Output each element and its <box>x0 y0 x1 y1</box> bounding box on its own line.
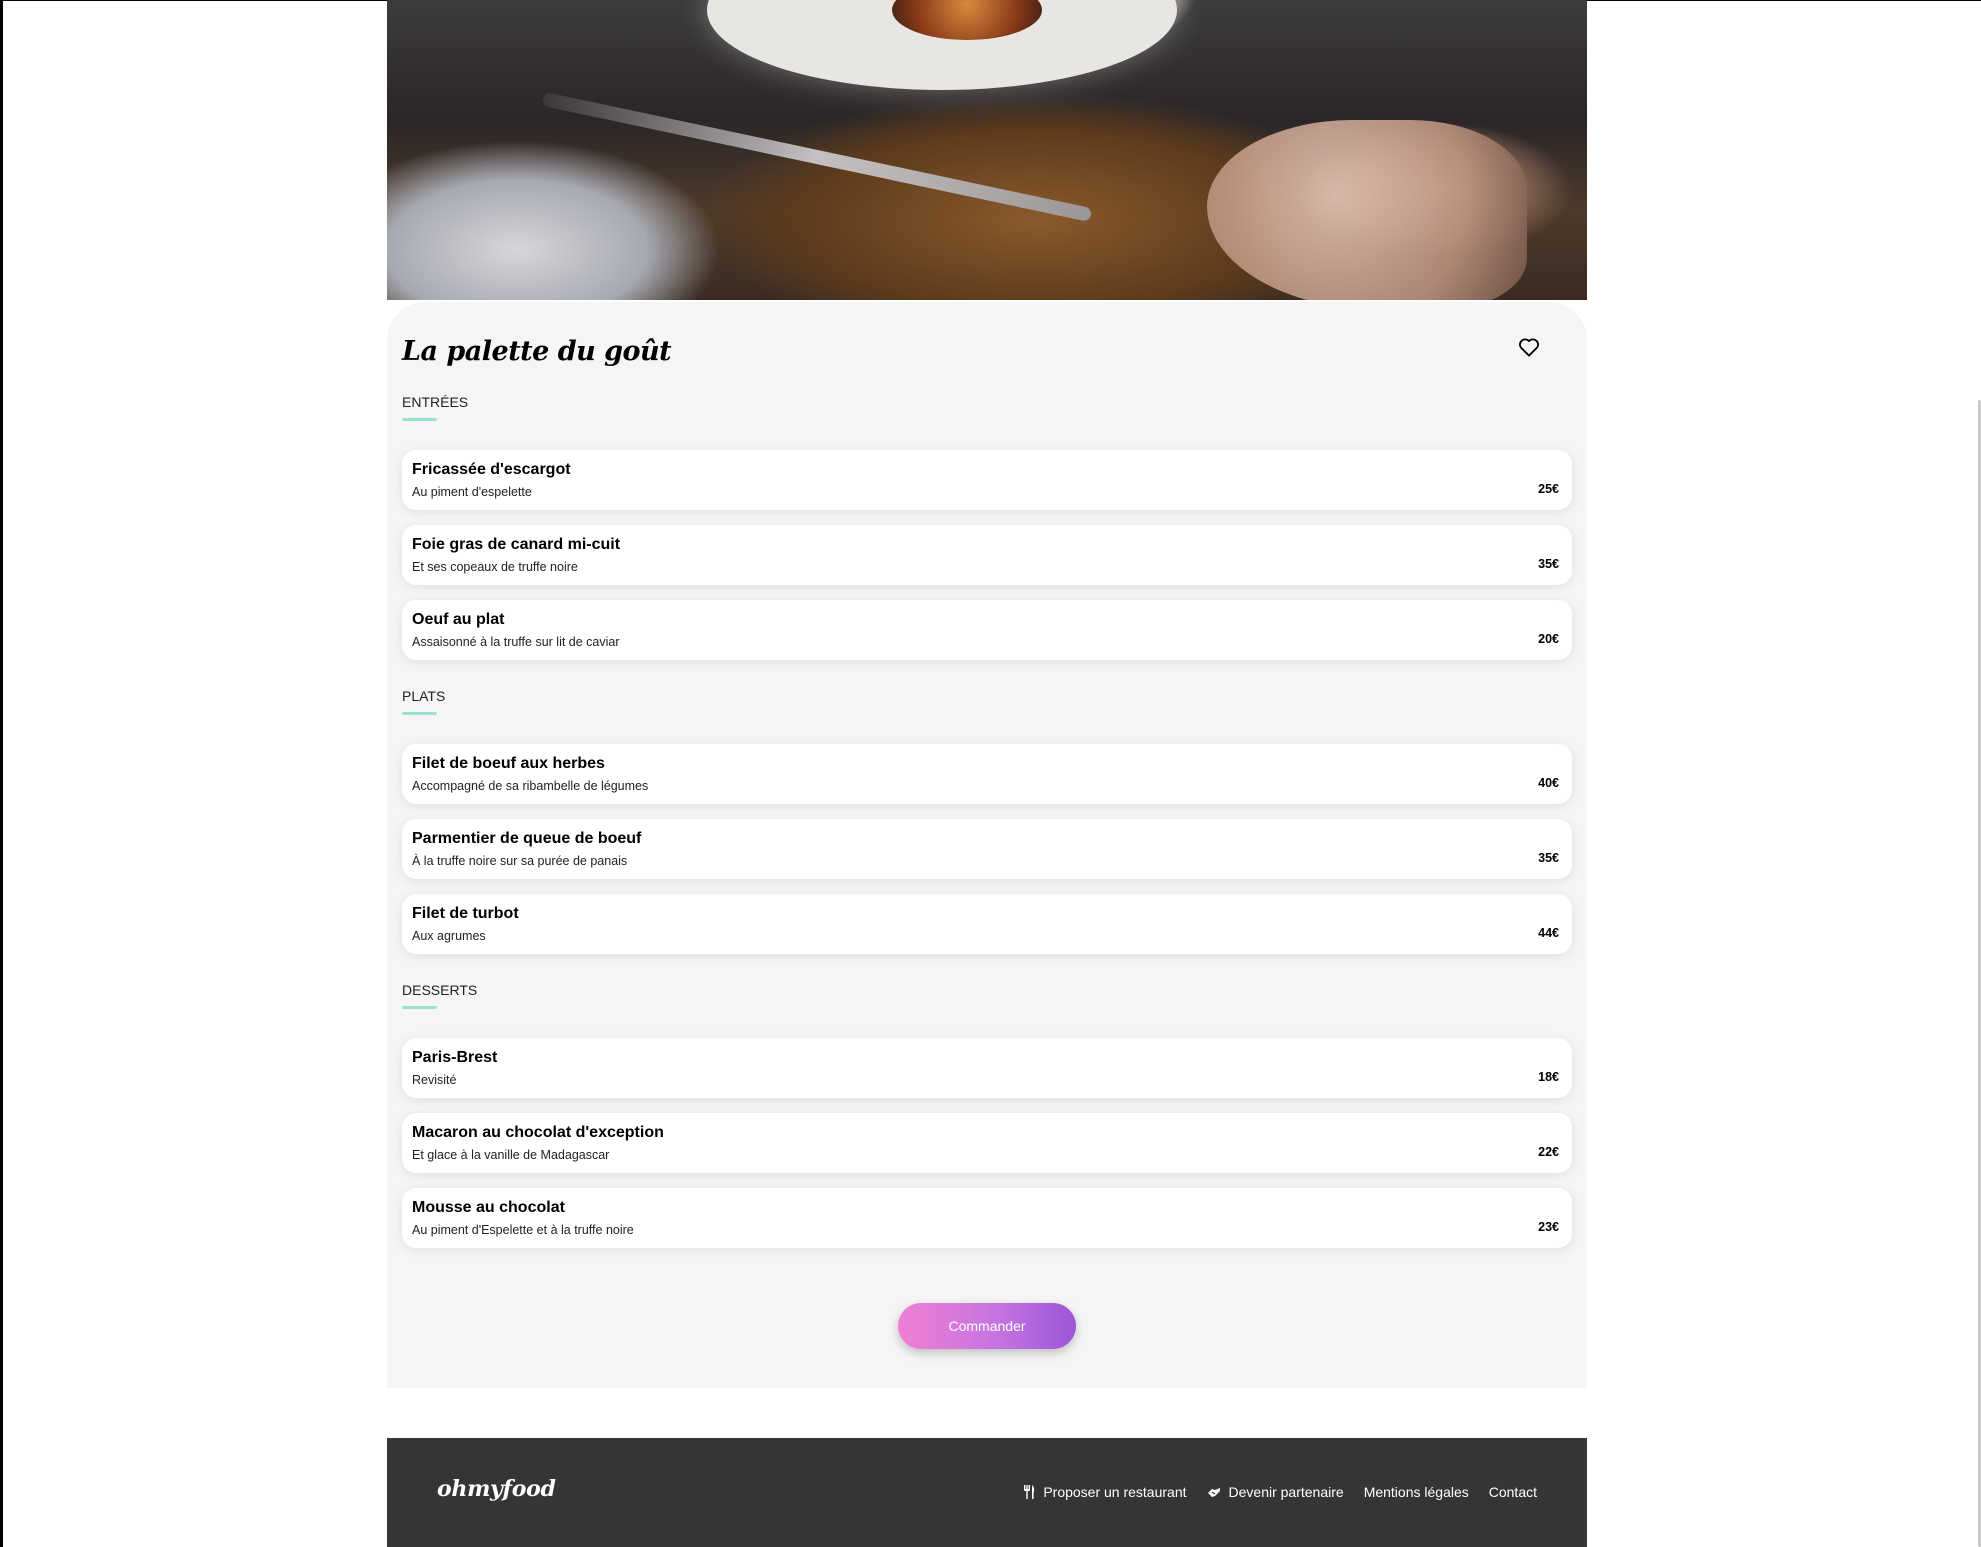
fork-knife-icon <box>1024 1485 1035 1499</box>
handshake-icon <box>1207 1488 1220 1497</box>
site-footer: ohmyfood Proposer un restaurant Devenir … <box>387 1438 1587 1547</box>
dish-card[interactable]: Oeuf au plat Assaisonné à la truffe sur … <box>402 600 1572 660</box>
dish-price: 20€ <box>1538 632 1559 646</box>
dish-price: 18€ <box>1538 1070 1559 1084</box>
section-title-desserts: Desserts <box>402 982 478 1009</box>
dish-price: 35€ <box>1538 851 1559 865</box>
footer-link-propose-restaurant[interactable]: Proposer un restaurant <box>1023 1484 1187 1500</box>
footer-logo[interactable]: ohmyfood <box>437 1476 556 1502</box>
dish-card[interactable]: Foie gras de canard mi-cuit Et ses copea… <box>402 525 1572 585</box>
dish-description: À la truffe noire sur sa purée de panais <box>412 854 628 868</box>
dish-name: Filet de turbot <box>412 905 519 922</box>
dish-name: Macaron au chocolat d'exception <box>412 1124 664 1141</box>
dish-card[interactable]: Mousse au chocolat Au piment d'Espelette… <box>402 1188 1572 1248</box>
dish-description: Au piment d'espelette <box>412 485 532 499</box>
order-button[interactable]: Commander <box>898 1303 1076 1349</box>
section-title-entrees: Entrées <box>402 394 469 421</box>
hero-hand-shape <box>1207 120 1527 300</box>
dish-description: Assaisonné à la truffe sur lit de caviar <box>412 635 620 649</box>
dish-name: Mousse au chocolat <box>412 1199 565 1216</box>
footer-link-legal[interactable]: Mentions légales <box>1364 1484 1469 1500</box>
dish-name: Filet de boeuf aux herbes <box>412 755 605 772</box>
dish-card[interactable]: Filet de turbot Aux agrumes 44€ <box>402 894 1572 954</box>
dish-card[interactable]: Filet de boeuf aux herbes Accompagné de … <box>402 744 1572 804</box>
dish-card[interactable]: Fricassée d'escargot Au piment d'espelet… <box>402 450 1572 510</box>
window-left-edge <box>0 0 3 1547</box>
footer-link-become-partner[interactable]: Devenir partenaire <box>1207 1484 1344 1500</box>
footer-link-label: Contact <box>1488 1484 1537 1500</box>
dish-name: Paris-Brest <box>412 1049 498 1066</box>
dish-description: Aux agrumes <box>412 929 486 943</box>
dish-price: 25€ <box>1538 482 1559 496</box>
menu-card: La palette du goût Entrées Fricassée d'e… <box>387 302 1587 1388</box>
dish-price: 44€ <box>1538 926 1559 940</box>
dish-name: Oeuf au plat <box>412 611 505 628</box>
footer-link-contact[interactable]: Contact <box>1489 1484 1537 1500</box>
footer-nav: Proposer un restaurant Devenir partenair… <box>1003 1484 1537 1500</box>
dish-card[interactable]: Macaron au chocolat d'exception Et glace… <box>402 1113 1572 1173</box>
dish-card[interactable]: Paris-Brest Revisité 18€ <box>402 1038 1572 1098</box>
dish-description: Accompagné de sa ribambelle de légumes <box>412 779 649 793</box>
dish-price: 40€ <box>1538 776 1559 790</box>
dish-description: Revisité <box>412 1073 457 1087</box>
dish-name: Foie gras de canard mi-cuit <box>412 536 621 553</box>
footer-link-label: Devenir partenaire <box>1228 1484 1344 1500</box>
footer-link-label: Mentions légales <box>1363 1484 1469 1500</box>
dish-description: Et glace à la vanille de Madagascar <box>412 1148 610 1162</box>
dish-name: Fricassée d'escargot <box>412 461 571 478</box>
dish-price: 35€ <box>1538 557 1559 571</box>
dish-price: 22€ <box>1538 1145 1559 1159</box>
hero-image <box>387 0 1587 300</box>
footer-link-label: Proposer un restaurant <box>1043 1484 1187 1500</box>
restaurant-title: La palette du goût <box>402 336 672 367</box>
page-column: La palette du goût Entrées Fricassée d'e… <box>387 0 1587 1547</box>
dish-description: Au piment d'Espelette et à la truffe noi… <box>412 1223 634 1237</box>
heart-outline-icon <box>1519 338 1539 357</box>
dish-price: 23€ <box>1538 1220 1559 1234</box>
dish-description: Et ses copeaux de truffe noire <box>412 560 578 574</box>
dish-name: Parmentier de queue de boeuf <box>412 830 642 847</box>
hero-cutlery-shape <box>541 91 1093 223</box>
favorite-button[interactable] <box>1516 336 1542 360</box>
section-title-plats: Plats <box>402 688 446 715</box>
dish-card[interactable]: Parmentier de queue de boeuf À la truffe… <box>402 819 1572 879</box>
